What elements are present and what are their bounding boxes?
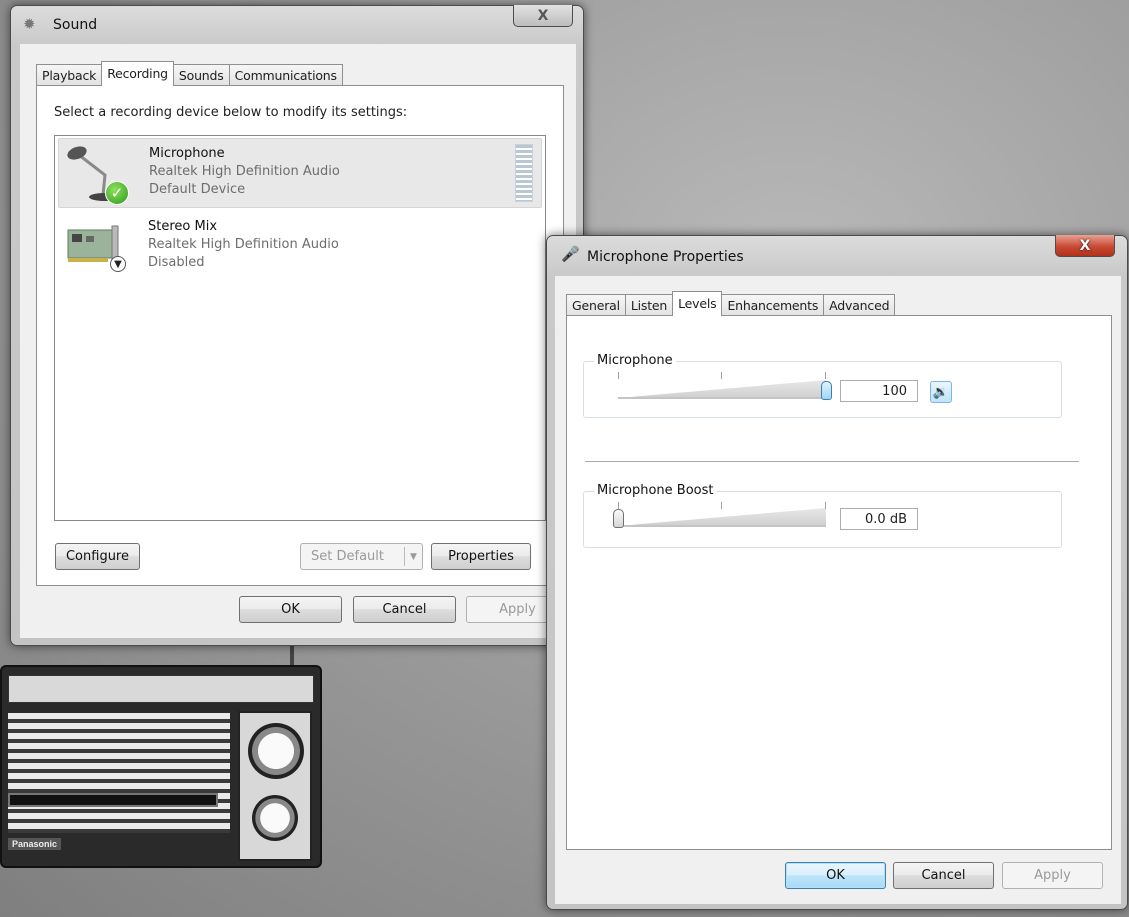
tab-enhancements[interactable]: Enhancements	[721, 294, 825, 316]
sound-client-area: Playback Recording Sounds Communications…	[20, 44, 576, 638]
slider-tick	[618, 502, 619, 509]
set-default-label: Set Default	[311, 549, 384, 564]
title-bar[interactable]: ✹ Sound X	[11, 5, 583, 42]
slider-fill	[618, 508, 826, 526]
tab-general[interactable]: General	[566, 294, 626, 316]
set-default-button[interactable]: Set Default ▼	[300, 543, 423, 570]
slider-tick	[721, 502, 722, 509]
tab-levels[interactable]: Levels	[672, 291, 723, 316]
properties-button[interactable]: Properties	[431, 543, 531, 570]
tab-strip: General Listen Levels Enhancements Advan…	[566, 291, 896, 316]
microphone-boost-group: Microphone Boost 0.0 dB	[583, 483, 1062, 548]
close-button[interactable]: X	[513, 5, 573, 27]
slider-tick	[825, 372, 826, 379]
group-label: Microphone Boost	[594, 483, 717, 498]
close-button[interactable]: X	[1055, 235, 1115, 257]
slider-track	[618, 525, 826, 527]
chevron-down-icon[interactable]: ▼	[404, 547, 422, 566]
device-name: Microphone	[149, 146, 225, 161]
microphone-slider-thumb[interactable]	[820, 381, 832, 400]
device-stereo-mix[interactable]: ▼ Stereo Mix Realtek High Definition Aud…	[58, 212, 542, 282]
device-driver: Realtek High Definition Audio	[148, 237, 339, 252]
device-name: Stereo Mix	[148, 219, 218, 234]
tab-communications[interactable]: Communications	[228, 64, 343, 86]
tab-playback[interactable]: Playback	[36, 64, 103, 86]
window-title: Microphone Properties	[587, 249, 744, 265]
device-driver: Realtek High Definition Audio	[149, 164, 340, 179]
default-check-icon: ✓	[105, 181, 129, 205]
speaker-settings-icon: ✹	[23, 15, 36, 33]
slider-tick	[618, 372, 619, 379]
recording-device-list[interactable]: ✓ Microphone Realtek High Definition Aud…	[54, 135, 546, 521]
levels-tab-panel: Microphone 100 🔉 Microphone Boost 0.0 dB	[566, 315, 1112, 850]
device-microphone[interactable]: ✓ Microphone Realtek High Definition Aud…	[58, 138, 542, 208]
boost-slider-thumb[interactable]	[612, 509, 624, 528]
radio-tuning-dial	[8, 675, 314, 703]
window-title: Sound	[53, 17, 98, 33]
level-meter	[515, 144, 533, 202]
radio-image: Panasonic	[0, 665, 322, 868]
radio-brand-label: Panasonic	[8, 838, 62, 850]
recording-tab-panel: Select a recording device below to modif…	[36, 85, 564, 586]
sound-card-icon: ▼	[64, 218, 132, 276]
tab-advanced[interactable]: Advanced	[823, 294, 896, 316]
configure-button[interactable]: Configure	[55, 543, 140, 570]
title-bar[interactable]: 🎤 Microphone Properties X	[547, 235, 1127, 272]
properties-client-area: General Listen Levels Enhancements Advan…	[555, 276, 1121, 904]
close-icon: X	[1079, 237, 1091, 254]
microphone-level-input[interactable]: 100	[840, 380, 918, 402]
cancel-button[interactable]: Cancel	[893, 862, 994, 889]
radio-speaker-grille	[8, 713, 230, 833]
device-status: Default Device	[149, 182, 246, 197]
radio-slot	[8, 793, 218, 807]
group-label: Microphone	[594, 353, 676, 368]
slider-track	[618, 397, 826, 399]
close-icon: X	[537, 7, 549, 24]
speaker-icon[interactable]: 🔉	[930, 381, 952, 403]
radio-tuning-knob	[252, 795, 298, 841]
device-status: Disabled	[148, 255, 205, 270]
boost-level-input[interactable]: 0.0 dB	[840, 508, 918, 530]
ok-button[interactable]: OK	[239, 596, 342, 623]
sound-window: ✹ Sound X Playback Recording Sounds Comm…	[10, 5, 584, 646]
microphone-icon: ✓	[65, 145, 133, 205]
tab-listen[interactable]: Listen	[624, 294, 674, 316]
microphone-icon: 🎤	[561, 245, 580, 263]
slider-tick	[825, 502, 826, 509]
recording-hint-text: Select a recording device below to modif…	[54, 105, 408, 120]
tab-strip: Playback Recording Sounds Communications	[36, 61, 343, 86]
microphone-level-group: Microphone 100 🔉	[583, 353, 1062, 418]
radio-control-panel	[238, 711, 312, 861]
tab-recording[interactable]: Recording	[101, 61, 174, 86]
slider-tick	[721, 372, 722, 379]
disabled-down-arrow-icon: ▼	[110, 256, 126, 272]
ok-button[interactable]: OK	[785, 862, 886, 889]
cancel-button[interactable]: Cancel	[353, 596, 456, 623]
tab-sounds[interactable]: Sounds	[172, 64, 230, 86]
section-divider	[585, 461, 1079, 462]
apply-button[interactable]: Apply	[1002, 862, 1103, 889]
radio-volume-knob	[248, 723, 304, 779]
microphone-properties-window: 🎤 Microphone Properties X General Listen…	[546, 235, 1128, 910]
slider-fill	[618, 380, 826, 398]
